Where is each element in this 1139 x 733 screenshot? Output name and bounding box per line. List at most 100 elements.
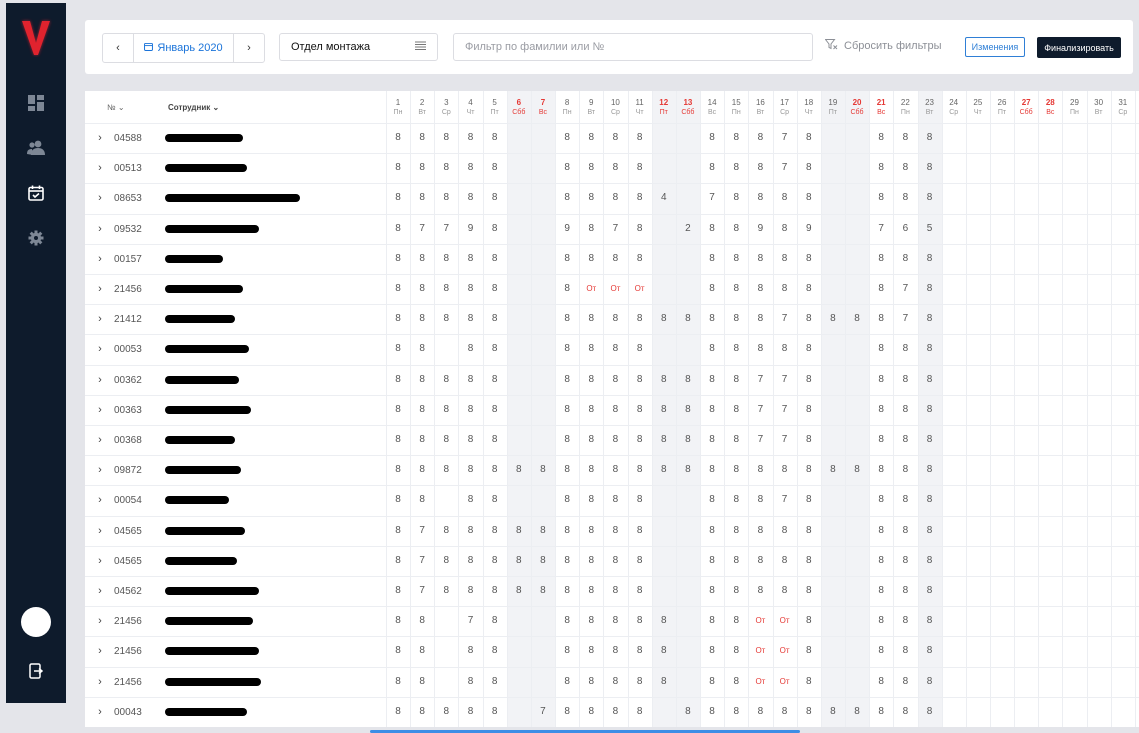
timesheet-cell[interactable]: 8 (869, 464, 893, 475)
timesheet-cell[interactable]: 8 (797, 162, 821, 173)
timesheet-cell[interactable]: 8 (724, 223, 748, 234)
expand-row-button[interactable]: › (95, 404, 105, 416)
timesheet-cell[interactable]: 8 (507, 555, 531, 566)
timesheet-cell[interactable]: 8 (893, 132, 917, 143)
timesheet-cell[interactable]: 7 (893, 313, 917, 324)
timesheet-cell[interactable]: 8 (603, 343, 627, 354)
timesheet-cell[interactable]: 8 (773, 525, 797, 536)
timesheet-cell[interactable]: 8 (893, 525, 917, 536)
timesheet-cell[interactable]: 8 (579, 464, 603, 475)
timesheet-cell[interactable]: 8 (386, 223, 410, 234)
timesheet-cell[interactable]: 8 (724, 706, 748, 717)
timesheet-cell[interactable]: 8 (628, 494, 652, 505)
timesheet-cell[interactable]: 8 (918, 706, 942, 717)
timesheet-cell[interactable]: 8 (652, 313, 676, 324)
timesheet-cell[interactable]: 8 (700, 555, 724, 566)
app-logo[interactable] (20, 17, 52, 57)
timesheet-cell[interactable]: 8 (748, 253, 772, 264)
expand-row-button[interactable]: › (95, 555, 105, 567)
timesheet-cell[interactable]: 8 (458, 555, 482, 566)
employee-name-redacted[interactable] (165, 617, 253, 626)
timesheet-cell[interactable]: 8 (724, 404, 748, 415)
employee-name-redacted[interactable] (165, 556, 237, 565)
timesheet-cell[interactable]: 8 (507, 464, 531, 475)
timesheet-cell[interactable]: 8 (724, 615, 748, 626)
day-header-11[interactable]: 11 Чт (628, 98, 652, 117)
timesheet-cell[interactable]: 8 (579, 313, 603, 324)
timesheet-cell[interactable]: 8 (918, 676, 942, 687)
timesheet-cell[interactable]: 8 (893, 464, 917, 475)
timesheet-cell[interactable]: 8 (483, 615, 507, 626)
timesheet-cell[interactable]: 8 (700, 706, 724, 717)
timesheet-cell[interactable]: 8 (386, 313, 410, 324)
timesheet-cell[interactable]: 8 (603, 434, 627, 445)
timesheet-cell[interactable]: 8 (893, 585, 917, 596)
timesheet-cell[interactable]: 8 (724, 283, 748, 294)
timesheet-cell[interactable]: 8 (700, 404, 724, 415)
timesheet-cell[interactable]: 8 (893, 494, 917, 505)
timesheet-cell[interactable]: 8 (676, 434, 700, 445)
timesheet-cell[interactable]: 8 (748, 585, 772, 596)
timesheet-cell[interactable]: 8 (724, 132, 748, 143)
timesheet-cell[interactable]: 8 (386, 585, 410, 596)
finalize-button[interactable]: Финализировать (1037, 37, 1121, 58)
timesheet-cell[interactable]: 8 (410, 343, 434, 354)
timesheet-cell[interactable]: 8 (483, 132, 507, 143)
day-header-2[interactable]: 2 Вт (410, 98, 434, 117)
timesheet-cell[interactable]: 8 (579, 223, 603, 234)
expand-row-button[interactable]: › (95, 706, 105, 718)
expand-row-button[interactable]: › (95, 253, 105, 265)
day-header-7[interactable]: 7 Вс (531, 98, 555, 117)
timesheet-cell[interactable]: 8 (797, 464, 821, 475)
timesheet-cell[interactable]: 8 (869, 132, 893, 143)
timesheet-cell[interactable]: 8 (869, 343, 893, 354)
day-header-4[interactable]: 4 Чт (458, 98, 482, 117)
timesheet-cell[interactable]: 8 (555, 464, 579, 475)
timesheet-cell[interactable]: 8 (628, 706, 652, 717)
timesheet-cell[interactable]: 8 (748, 162, 772, 173)
timesheet-cell[interactable]: 8 (458, 374, 482, 385)
day-header-18[interactable]: 18 Чт (797, 98, 821, 117)
timesheet-cell[interactable]: 8 (555, 374, 579, 385)
timesheet-cell[interactable]: 8 (724, 585, 748, 596)
timesheet-cell[interactable]: 8 (700, 132, 724, 143)
employee-name-redacted[interactable] (165, 436, 235, 444)
timesheet-cell[interactable]: 8 (386, 434, 410, 445)
timesheet-cell[interactable]: 8 (893, 404, 917, 415)
timesheet-cell[interactable]: 8 (724, 313, 748, 324)
timesheet-cell[interactable]: 8 (893, 615, 917, 626)
timesheet-cell[interactable]: 8 (773, 253, 797, 264)
timesheet-cell[interactable]: 8 (797, 434, 821, 445)
timesheet-cell[interactable]: 8 (773, 343, 797, 354)
day-header-23[interactable]: 23 Вт (918, 98, 942, 117)
timesheet-cell[interactable]: 8 (458, 706, 482, 717)
timesheet-cell[interactable]: 8 (386, 162, 410, 173)
timesheet-cell[interactable]: 8 (628, 313, 652, 324)
changes-button[interactable]: Изменения (965, 37, 1025, 57)
timesheet-cell[interactable]: 8 (797, 525, 821, 536)
timesheet-cell[interactable]: 8 (603, 162, 627, 173)
expand-row-button[interactable]: › (95, 615, 105, 627)
employee-name-redacted[interactable] (165, 677, 261, 686)
day-header-20[interactable]: 20 Сбб (845, 98, 869, 117)
timesheet-cell[interactable]: 8 (652, 374, 676, 385)
timesheet-cell[interactable]: 8 (386, 192, 410, 203)
timesheet-cell[interactable]: От (773, 646, 797, 655)
timesheet-cell[interactable]: 8 (797, 313, 821, 324)
timesheet-cell[interactable]: 8 (652, 645, 676, 656)
expand-row-button[interactable]: › (95, 494, 105, 506)
timesheet-cell[interactable]: 8 (555, 192, 579, 203)
timesheet-cell[interactable]: 8 (700, 162, 724, 173)
timesheet-cell[interactable]: 8 (579, 192, 603, 203)
timesheet-cell[interactable]: 8 (410, 404, 434, 415)
timesheet-cell[interactable]: 7 (748, 404, 772, 415)
timesheet-cell[interactable]: 5 (918, 223, 942, 234)
timesheet-cell[interactable]: 8 (603, 132, 627, 143)
timesheet-cell[interactable]: 8 (386, 253, 410, 264)
timesheet-cell[interactable]: 8 (869, 676, 893, 687)
timesheet-cell[interactable]: 8 (893, 192, 917, 203)
expand-row-button[interactable]: › (95, 283, 105, 295)
timesheet-cell[interactable]: 7 (410, 525, 434, 536)
timesheet-cell[interactable]: 8 (579, 706, 603, 717)
expand-row-button[interactable]: › (95, 192, 105, 204)
